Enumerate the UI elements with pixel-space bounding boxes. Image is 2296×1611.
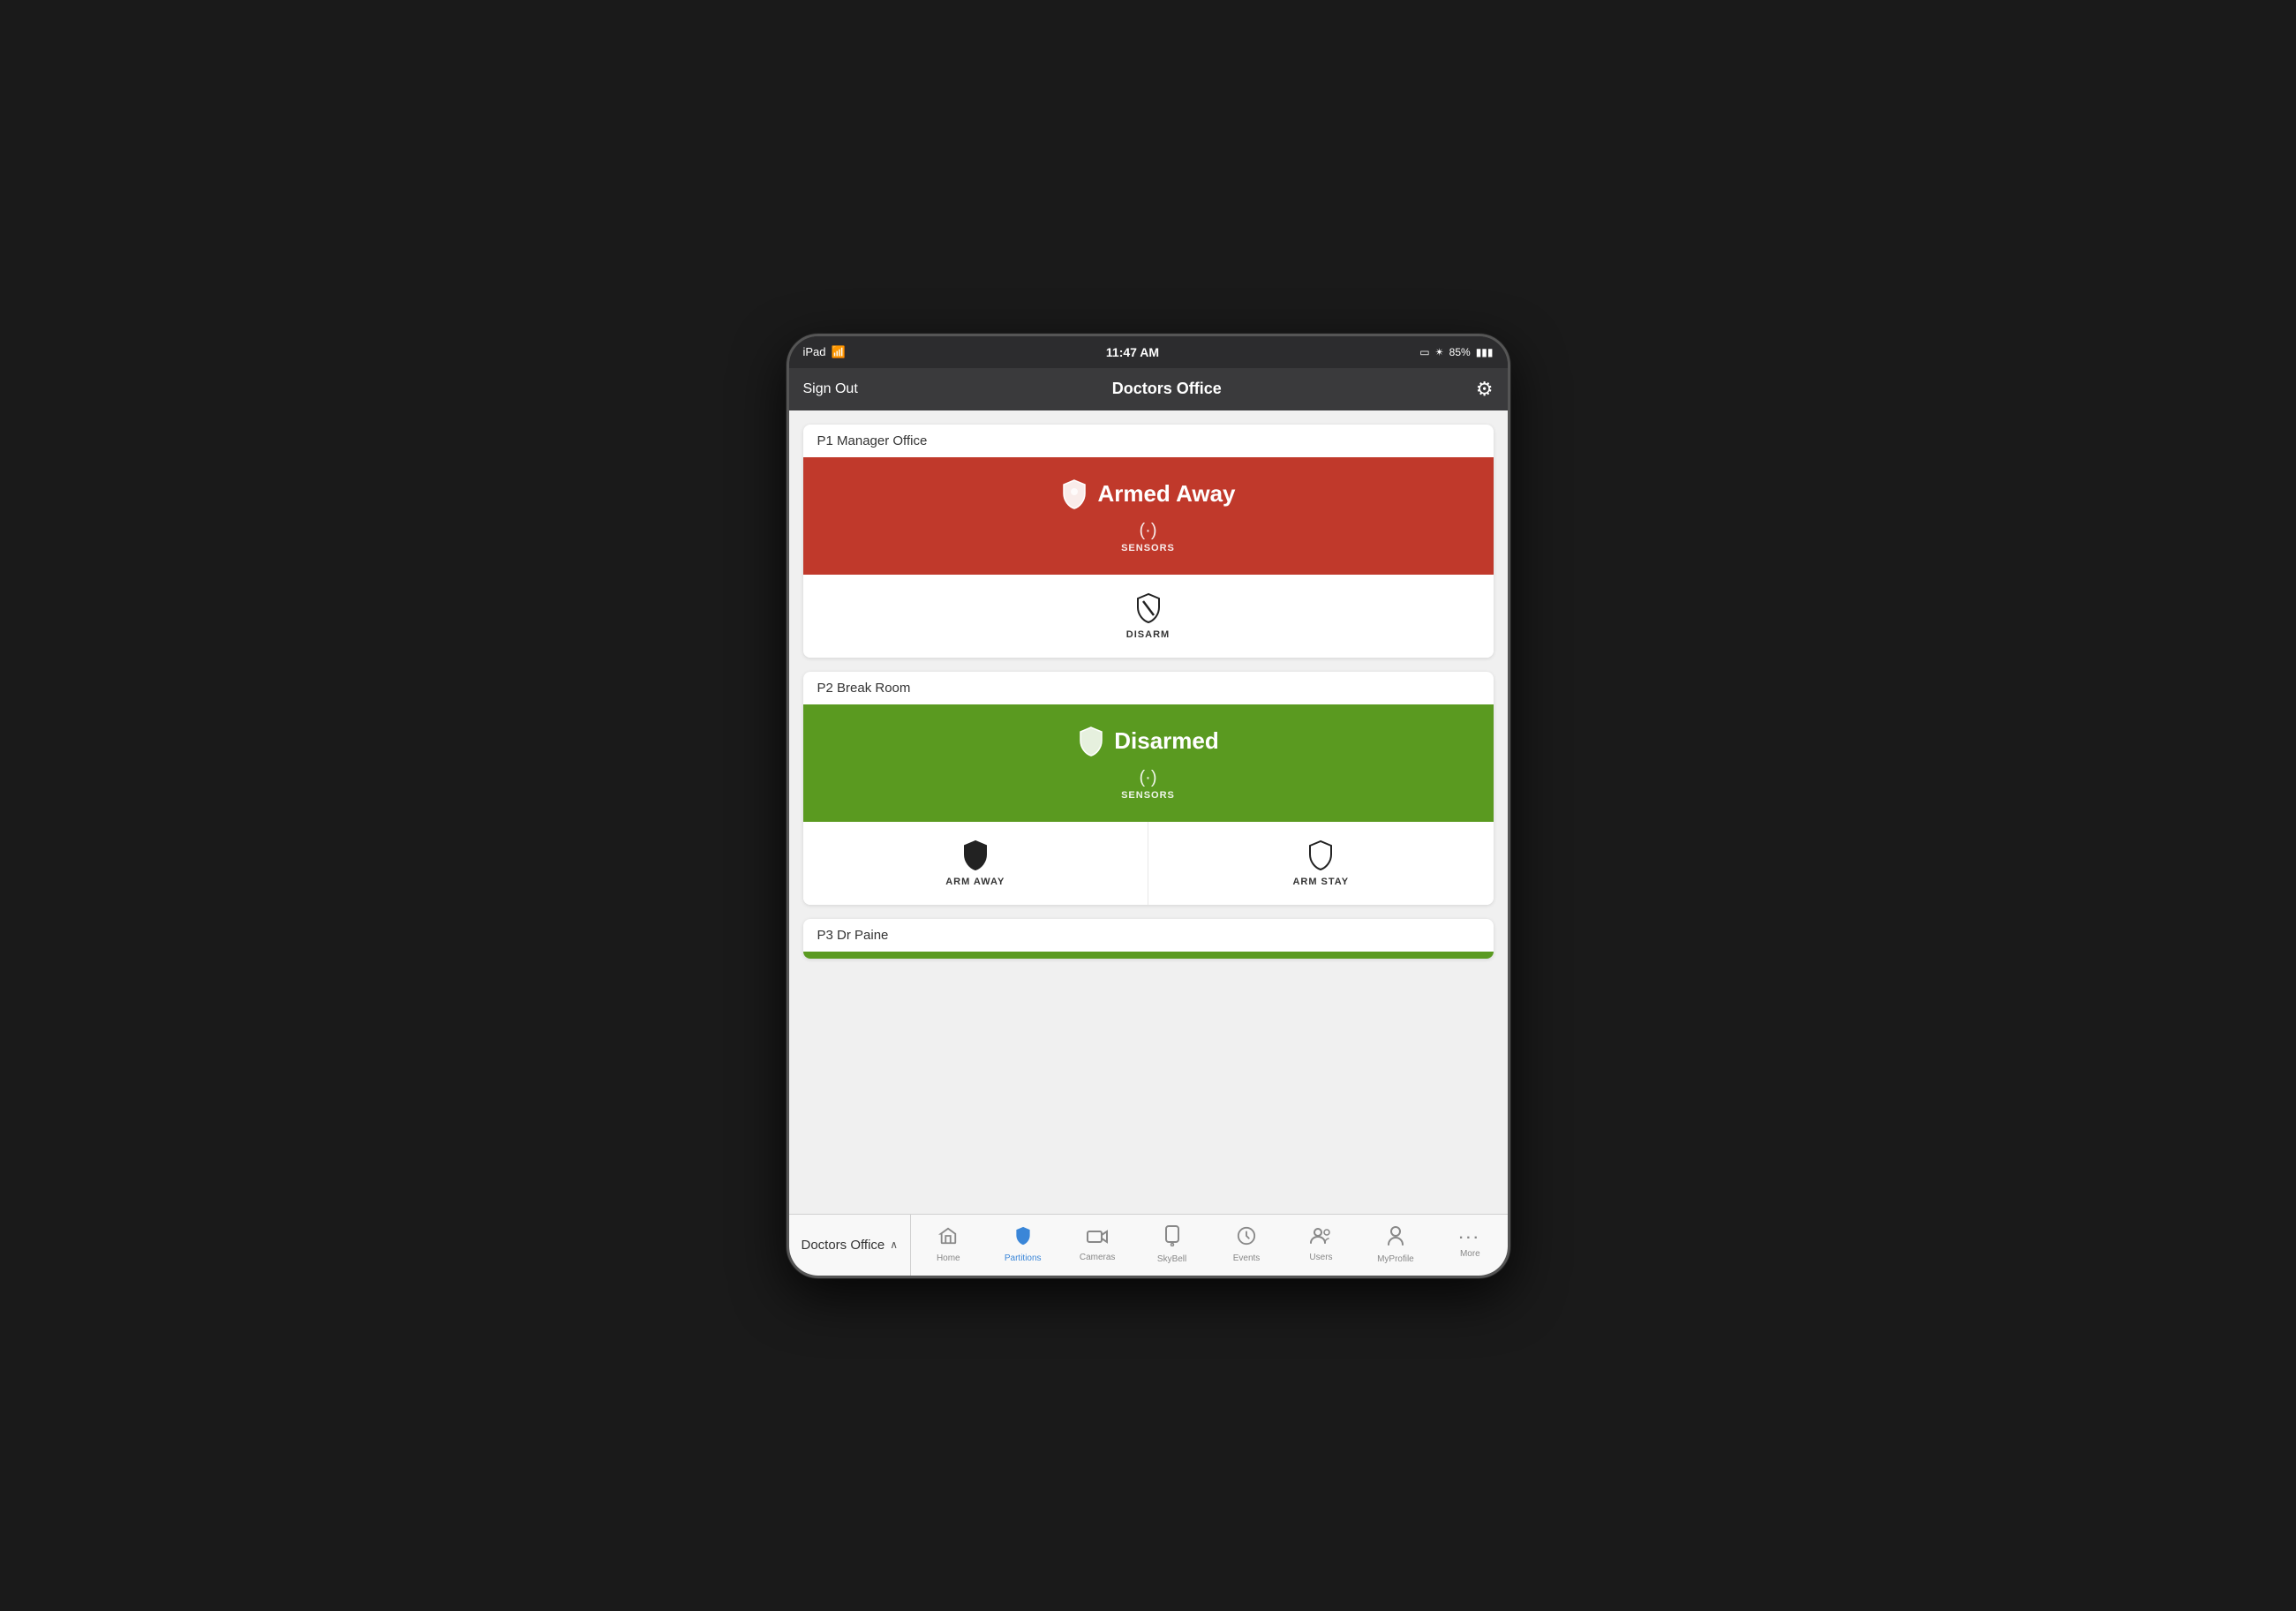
tab-events[interactable]: Events [1209,1215,1284,1276]
p2-sensors-icon: (·) [1140,768,1157,788]
carrier-label: iPad [803,345,826,358]
p1-disarm-label: DISARM [1126,629,1170,640]
p2-arm-away-button[interactable]: ARM AWAY [803,822,1149,905]
partition-p1: P1 Manager Office Armed Away (·) SENSORS [803,425,1494,658]
myprofile-icon [1387,1225,1404,1252]
disarm-shield-icon [1134,592,1163,624]
more-icon: ··· [1459,1231,1481,1246]
p1-status-tile[interactable]: Armed Away (·) SENSORS [803,457,1494,575]
arm-away-shield-icon [961,839,990,871]
tab-events-label: Events [1233,1253,1261,1263]
battery-percentage: 85% [1449,346,1471,358]
settings-button[interactable]: ⚙ [1476,378,1494,401]
p2-arm-stay-label: ARM STAY [1292,877,1349,887]
p2-action-row: ARM AWAY ARM STAY [803,822,1494,905]
tab-cameras-label: Cameras [1080,1253,1116,1262]
tab-bar: Doctors Office ∧ Home Part [789,1214,1508,1276]
p2-status-title: Disarmed [1077,726,1219,757]
location-label: Doctors Office [802,1238,885,1253]
tab-bar-location-button[interactable]: Doctors Office ∧ [789,1215,912,1276]
partition-p2: P2 Break Room Disarmed (·) SENSORS [803,672,1494,905]
p2-status-tile[interactable]: Disarmed (·) SENSORS [803,704,1494,822]
tab-partitions-label: Partitions [1005,1253,1042,1263]
p1-sensors[interactable]: (·) SENSORS [1121,521,1175,553]
tab-more-label: More [1460,1249,1480,1259]
p3-status-bar [803,952,1494,959]
tab-items: Home Partitions Cameras [911,1215,1507,1276]
status-time: 11:47 AM [1106,345,1159,359]
users-icon [1310,1227,1331,1250]
events-icon [1237,1226,1256,1251]
tab-more[interactable]: ··· More [1433,1215,1507,1276]
p1-sensors-icon: (·) [1140,521,1157,541]
tab-users[interactable]: Users [1284,1215,1358,1276]
gear-icon: ⚙ [1476,378,1494,400]
status-bar: iPad 📶 11:47 AM ▭ ✴ 85% ▮▮▮ [789,336,1508,368]
tab-users-label: Users [1309,1253,1332,1262]
chevron-up-icon: ∧ [890,1238,898,1251]
p2-sensors[interactable]: (·) SENSORS [1121,768,1175,801]
p1-label: P1 Manager Office [803,425,1494,457]
partitions-icon [1013,1226,1033,1251]
tab-cameras[interactable]: Cameras [1060,1215,1134,1276]
p2-arm-stay-button[interactable]: ARM STAY [1148,822,1494,905]
p2-arm-away-label: ARM AWAY [945,877,1005,887]
cameras-icon [1087,1227,1108,1250]
skybell-icon [1164,1225,1180,1252]
tab-home-label: Home [937,1253,960,1263]
p2-shield-icon [1077,726,1105,757]
p2-label: P2 Break Room [803,672,1494,704]
nav-title: Doctors Office [1112,380,1222,398]
bluetooth-icon: ✴ [1435,346,1444,358]
tab-skybell[interactable]: SkyBell [1134,1215,1208,1276]
p1-shield-icon [1060,478,1088,510]
partition-p3: P3 Dr Paine [803,919,1494,959]
home-icon [938,1226,958,1251]
status-right: ▭ ✴ 85% ▮▮▮ [1419,346,1493,358]
tab-home[interactable]: Home [911,1215,985,1276]
tab-myprofile-label: MyProfile [1377,1254,1414,1264]
p3-label: P3 Dr Paine [803,919,1494,952]
p1-sensors-label: SENSORS [1121,543,1175,553]
p1-status-title: Armed Away [1060,478,1235,510]
device-frame: iPad 📶 11:47 AM ▭ ✴ 85% ▮▮▮ Sign Out Doc… [787,334,1510,1278]
nav-bar: Sign Out Doctors Office ⚙ [789,368,1508,410]
sign-out-button[interactable]: Sign Out [803,381,858,397]
main-content: P1 Manager Office Armed Away (·) SENSORS [789,410,1508,1214]
status-left: iPad 📶 [803,345,846,359]
tab-skybell-label: SkyBell [1157,1254,1186,1264]
tab-myprofile[interactable]: MyProfile [1359,1215,1433,1276]
p2-sensors-label: SENSORS [1121,790,1175,801]
p1-action-row: DISARM [803,575,1494,658]
p1-disarm-button[interactable]: DISARM [803,575,1494,658]
arm-stay-shield-icon [1306,839,1335,871]
battery-icon: ▮▮▮ [1476,346,1494,358]
screen-icon: ▭ [1419,346,1429,358]
tab-partitions[interactable]: Partitions [986,1215,1060,1276]
wifi-icon: 📶 [832,345,846,359]
